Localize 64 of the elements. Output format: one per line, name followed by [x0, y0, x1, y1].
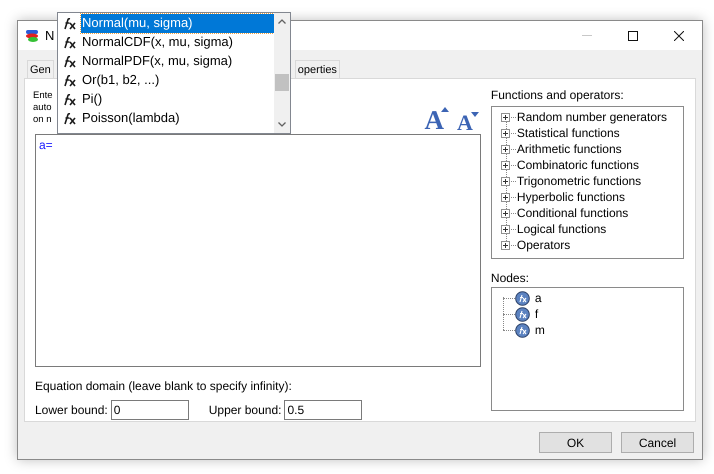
tree-item[interactable]: Combinatoric functions [516, 158, 639, 172]
tree-item[interactable]: Logical functions [516, 222, 606, 236]
grow-font-button[interactable]: A [424, 107, 450, 134]
autocomplete-item[interactable]: Or(b1, b2, ...) [81, 71, 274, 90]
dialog-button[interactable]: Cancel [621, 432, 694, 453]
editor-text: a= [39, 138, 53, 152]
tree-item[interactable]: Hyperbolic functions [516, 190, 625, 204]
tree-item[interactable]: Arithmetic functions [516, 142, 622, 156]
tree-item[interactable]: Statistical functions [516, 126, 620, 140]
function-icon [63, 74, 77, 86]
bound-field[interactable]: 0.5 [284, 400, 362, 420]
autocomplete-item[interactable]: NormalCDF(x, mu, sigma) [81, 33, 274, 52]
expand-icon[interactable] [500, 160, 510, 170]
close-button[interactable] [674, 30, 684, 40]
function-node-icon [514, 322, 530, 338]
shrink-font-button[interactable]: A [457, 112, 479, 134]
expand-icon[interactable] [500, 144, 510, 154]
function-icon [63, 94, 77, 106]
autocomplete-item[interactable]: NormalPDF(x, mu, sigma) [81, 52, 274, 71]
bound-label: Upper bound: [208, 402, 282, 419]
bound-field[interactable]: 0 [110, 400, 189, 420]
autocomplete-item[interactable]: Normal(mu, sigma) [81, 14, 274, 33]
function-node-icon [514, 306, 530, 322]
tab[interactable]: Gen [27, 60, 54, 78]
caret-up-icon [441, 107, 450, 112]
autocomplete-item[interactable]: Pi() [81, 90, 274, 109]
nodes-label: Nodes: [490, 272, 530, 285]
function-icon [63, 36, 77, 48]
expand-icon[interactable] [500, 208, 510, 218]
instruction-text: auto [33, 102, 52, 114]
function-icon [63, 56, 77, 68]
expand-icon[interactable] [500, 176, 510, 186]
instruction-text: on n [33, 114, 52, 126]
expand-icon[interactable] [500, 224, 510, 234]
scroll-down-icon[interactable] [278, 122, 286, 127]
instruction-text: Ente [33, 90, 53, 102]
expand-icon[interactable] [500, 128, 510, 138]
scroll-thumb[interactable] [275, 74, 289, 91]
equation-editor[interactable]: a= [35, 134, 481, 367]
scroll-up-icon[interactable] [278, 19, 286, 24]
node-item[interactable]: m [534, 321, 545, 339]
tree-item[interactable]: Operators [516, 238, 570, 252]
dialog-button[interactable]: OK [539, 432, 612, 453]
functions-label: Functions and operators: [490, 89, 625, 102]
tree-item[interactable]: Trigonometric functions [516, 174, 642, 188]
function-icon [63, 18, 77, 30]
autocomplete-item[interactable]: Poisson(lambda) [81, 109, 274, 128]
window-title: N [45, 26, 54, 45]
tab[interactable]: operties [294, 60, 340, 78]
app-logo-icon [25, 28, 41, 42]
node-item[interactable]: a [534, 289, 542, 307]
scrollbar[interactable] [274, 13, 290, 133]
tree-item[interactable]: Random number generators [516, 110, 667, 124]
maximize-button[interactable] [628, 30, 638, 40]
expand-icon[interactable] [500, 240, 510, 250]
expand-icon[interactable] [500, 192, 510, 202]
function-icon [63, 112, 77, 124]
bound-label: Lower bound: [35, 402, 108, 419]
tree-item[interactable]: Conditional functions [516, 206, 628, 220]
function-node-icon [514, 290, 530, 306]
caret-down-icon [470, 112, 479, 117]
expand-icon[interactable] [500, 112, 510, 122]
node-item[interactable]: f [534, 305, 538, 323]
domain-label: Equation domain (leave blank to specify infinity): [35, 378, 293, 395]
